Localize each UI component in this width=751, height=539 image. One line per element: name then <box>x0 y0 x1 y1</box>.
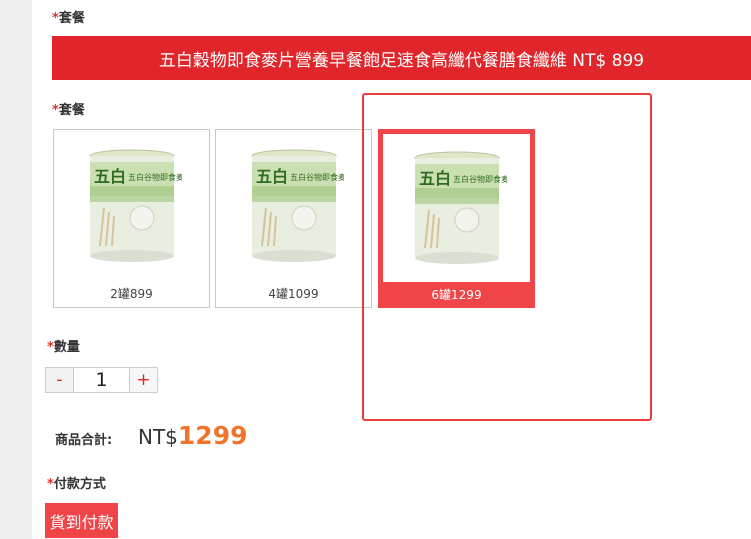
required-mark: * <box>52 103 59 118</box>
required-mark: * <box>47 340 54 355</box>
svg-text:五白: 五白 <box>94 167 126 186</box>
package-banner[interactable]: 五白穀物即食麥片營養早餐飽足速食高纖代餐膳食纖維 NT$ 899 <box>52 36 751 80</box>
required-mark: * <box>52 11 59 26</box>
currency: NT$ <box>138 425 178 449</box>
package-label-2-text: 套餐 <box>58 103 85 118</box>
increment-button[interactable]: + <box>129 368 157 392</box>
product-image: 五白 五白谷物即食麦片 <box>54 130 209 282</box>
total-amount: 1299 <box>177 421 248 450</box>
oat-can-icon: 五白 五白谷物即食麦片 <box>251 149 344 262</box>
cash-on-delivery-button[interactable]: 貨到付款 <box>45 503 118 538</box>
oat-can-icon: 五白 五白谷物即食麦片 <box>89 149 182 262</box>
required-mark: * <box>47 477 54 492</box>
option-caption: 4罐1099 <box>268 287 319 301</box>
package-label-text: 套餐 <box>58 11 85 26</box>
annotation-highlight-box <box>362 93 652 421</box>
can-label-text: 五白谷物即食麦片 <box>290 172 344 182</box>
page-left-gutter <box>0 0 32 539</box>
package-option-2-cans[interactable]: 五白 五白谷物即食麦片 2罐899 <box>53 129 210 308</box>
payment-label: *付款方式 <box>47 473 106 492</box>
package-option-4-cans[interactable]: 五白 五白谷物即食麦片 4罐1099 <box>215 129 372 308</box>
subtotal-label: 商品合計: <box>55 433 113 448</box>
can-label-text: 五白谷物即食麦片 <box>128 172 182 182</box>
svg-text:五白: 五白 <box>256 167 288 186</box>
subtotal-value: NT$1299 <box>138 421 248 450</box>
quantity-label-text: 數量 <box>53 340 80 355</box>
payment-label-text: 付款方式 <box>53 477 106 492</box>
option-caption: 2罐899 <box>110 287 153 301</box>
quantity-label: *數量 <box>47 336 80 355</box>
quantity-input[interactable]: 1 <box>74 368 129 392</box>
product-image: 五白 五白谷物即食麦片 <box>216 130 371 282</box>
quantity-stepper: - 1 + <box>45 367 158 393</box>
decrement-button[interactable]: - <box>46 368 74 392</box>
package-label-2: *套餐 <box>52 99 85 118</box>
package-label: *套餐 <box>52 7 85 26</box>
